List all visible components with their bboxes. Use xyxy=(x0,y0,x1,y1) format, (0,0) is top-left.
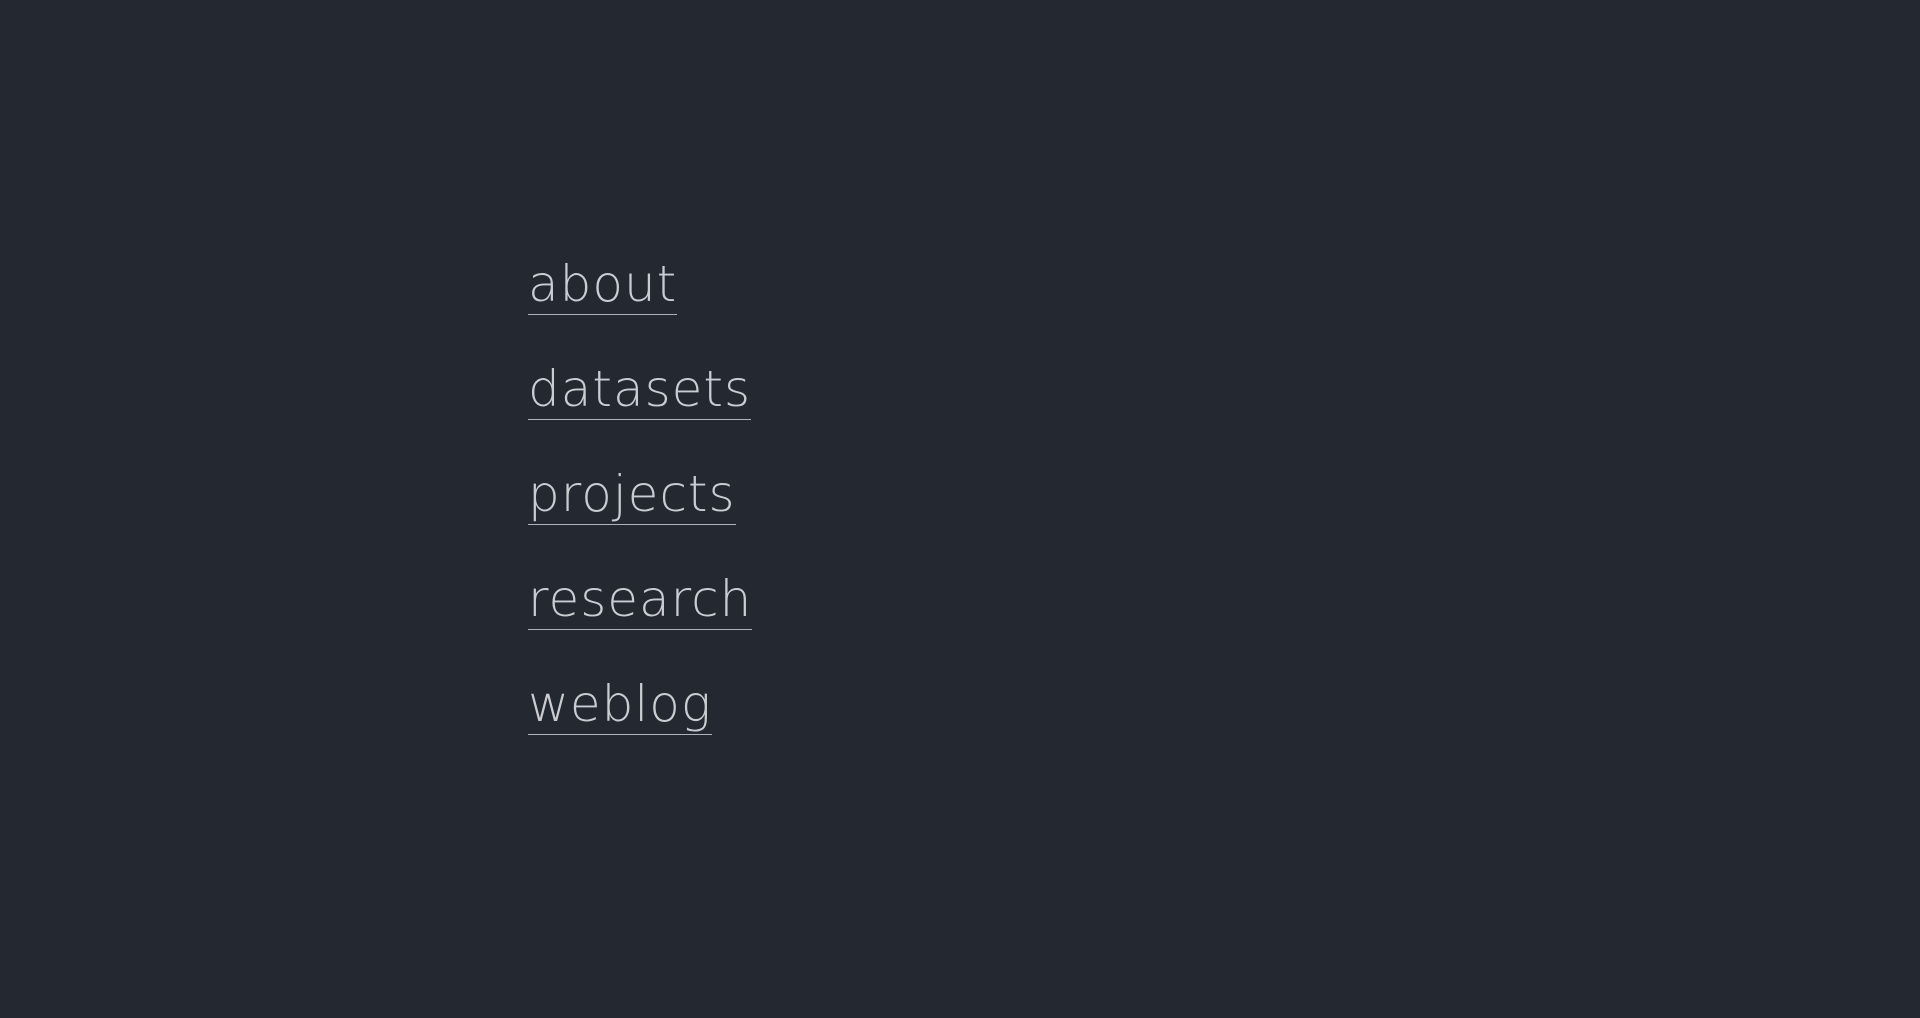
nav-link-datasets[interactable]: datasets xyxy=(528,359,752,420)
nav-link-weblog[interactable]: weblog xyxy=(528,674,712,735)
main-nav: about datasets projects research weblog xyxy=(528,254,753,779)
nav-link-projects[interactable]: projects xyxy=(528,464,736,525)
nav-link-research[interactable]: research xyxy=(528,569,753,630)
page: about datasets projects research weblog xyxy=(0,0,1920,1018)
nav-link-about[interactable]: about xyxy=(528,254,678,315)
